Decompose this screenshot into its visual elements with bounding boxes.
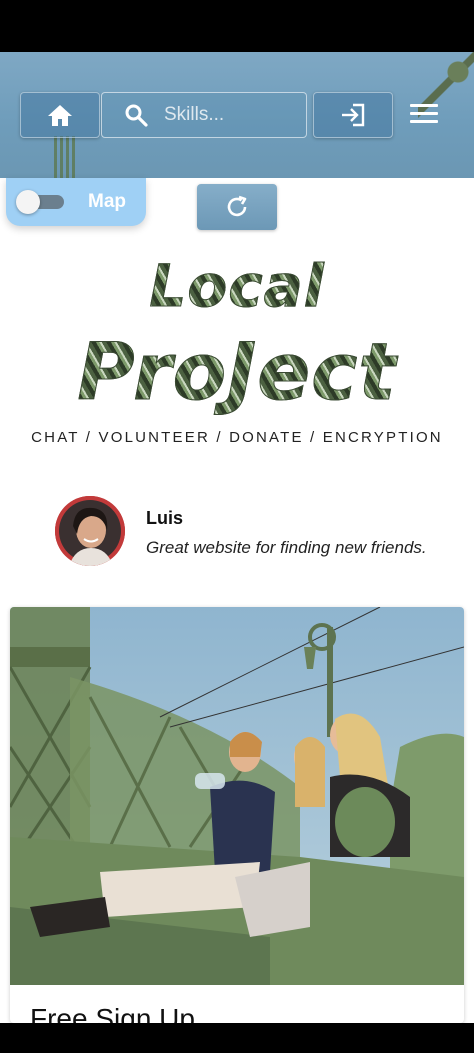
map-toggle[interactable]: Map <box>6 178 146 226</box>
menu-icon-bar <box>410 120 438 123</box>
signup-card[interactable]: Free Sign Up <box>10 607 464 1023</box>
refresh-icon <box>227 195 247 217</box>
header-bar <box>0 52 474 178</box>
refresh-button[interactable] <box>197 184 277 230</box>
menu-button[interactable] <box>410 104 438 126</box>
menu-icon-bar <box>410 112 438 115</box>
navigation-bar <box>0 1023 474 1053</box>
map-toggle-label: Map <box>88 191 126 212</box>
hero-title-line1: Local <box>0 252 474 321</box>
header-background-tower <box>54 136 76 178</box>
search-input[interactable] <box>162 103 296 127</box>
home-icon <box>48 105 72 126</box>
status-bar <box>0 0 474 52</box>
card-photo <box>10 607 464 985</box>
search-field[interactable] <box>101 92 307 138</box>
testimonial-name: Luis <box>146 508 184 528</box>
testimonial-avatar <box>55 496 125 566</box>
login-icon <box>342 103 365 127</box>
hero-tagline: CHAT / VOLUNTEER / DONATE / ENCRYPTION <box>31 429 443 446</box>
hero-title-line2: ProJect <box>0 328 474 419</box>
card-title: Free Sign Up <box>30 1003 195 1023</box>
login-button[interactable] <box>313 92 393 138</box>
switch-knob <box>16 190 40 214</box>
map-switch[interactable] <box>16 190 66 214</box>
search-icon <box>125 104 148 127</box>
testimonial-quote: Great website for finding new friends. <box>146 538 427 557</box>
menu-icon-bar <box>410 104 438 107</box>
home-button[interactable] <box>20 92 100 138</box>
